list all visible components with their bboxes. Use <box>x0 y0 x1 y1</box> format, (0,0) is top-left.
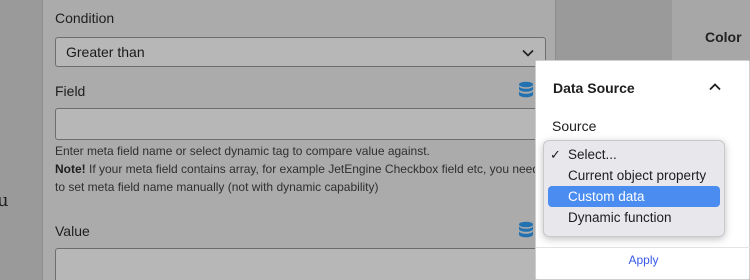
option-current-object-property[interactable]: Current object property <box>548 165 720 186</box>
option-label: Dynamic function <box>568 210 672 225</box>
option-dynamic-function[interactable]: Dynamic function <box>548 207 720 228</box>
help-note: Note! If your meta field contains array,… <box>55 160 545 196</box>
note-label: Note! <box>55 162 86 176</box>
option-custom-data[interactable]: Custom data <box>548 186 720 207</box>
background-color-header: Color <box>705 29 742 45</box>
field-help-text: Enter meta field name or select dynamic … <box>55 142 545 196</box>
background-text-fragment: u <box>0 190 9 211</box>
condition-label: Condition <box>55 10 115 26</box>
help-line: Enter meta field name or select dynamic … <box>55 144 430 158</box>
option-label: Custom data <box>568 189 645 204</box>
field-input[interactable] <box>55 108 546 140</box>
database-icon[interactable] <box>518 221 534 239</box>
chevron-up-icon[interactable] <box>708 81 722 93</box>
popover-title: Data Source <box>553 80 635 96</box>
divider <box>536 247 750 248</box>
database-icon[interactable] <box>518 81 534 99</box>
source-label: Source <box>552 118 597 134</box>
checkmark-icon: ✓ <box>550 147 561 162</box>
value-input[interactable] <box>55 248 546 280</box>
apply-button[interactable]: Apply <box>536 253 750 267</box>
source-dropdown-menu: ✓ Select... Current object property Cust… <box>543 140 725 237</box>
value-label: Value <box>55 223 90 239</box>
condition-select[interactable]: Greater than <box>55 37 546 67</box>
condition-select-value: Greater than <box>66 44 145 60</box>
note-text: If your meta field contains array, for e… <box>55 162 540 194</box>
chevron-down-icon <box>522 49 534 57</box>
option-label: Select... <box>568 147 617 162</box>
option-select[interactable]: ✓ Select... <box>548 144 720 165</box>
option-label: Current object property <box>568 168 707 183</box>
field-label: Field <box>55 83 86 99</box>
